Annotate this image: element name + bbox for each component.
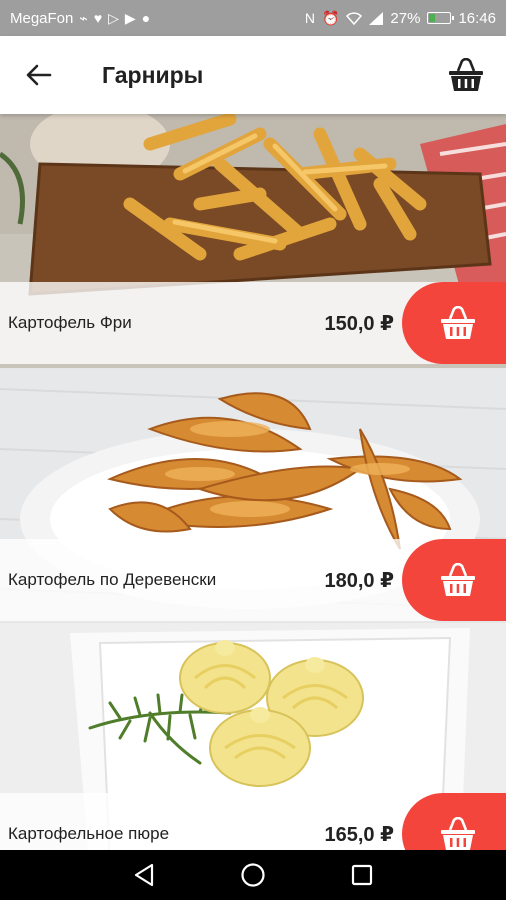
item-info-bar: Картофельное пюре 165,0 ₽ bbox=[0, 793, 506, 850]
item-price: 150,0 ₽ bbox=[324, 312, 394, 335]
list-item[interactable]: Картофель Фри 150,0 ₽ bbox=[0, 114, 506, 368]
signal-icon bbox=[369, 11, 384, 25]
add-to-cart-button[interactable] bbox=[402, 539, 506, 621]
usb-icon: ⌁ bbox=[79, 10, 88, 26]
item-info-bar: Картофель по Деревенски 180,0 ₽ bbox=[0, 539, 506, 621]
heart-icon: ♥ bbox=[93, 10, 103, 26]
page-title: Гарниры bbox=[102, 61, 204, 88]
item-info-bar: Картофель Фри 150,0 ₽ bbox=[0, 282, 506, 364]
list-item[interactable]: Картофель по Деревенски 180,0 ₽ bbox=[0, 368, 506, 622]
add-to-cart-button[interactable] bbox=[402, 282, 506, 364]
clock: 16:46 bbox=[458, 9, 496, 27]
nfc-icon: N bbox=[304, 10, 315, 26]
carrier-label: MegaFon bbox=[10, 9, 74, 27]
nav-home-button[interactable] bbox=[233, 855, 273, 895]
item-name: Картофель по Деревенски bbox=[8, 570, 217, 589]
nav-back-button[interactable] bbox=[124, 855, 164, 895]
arrow-back-icon bbox=[26, 64, 52, 86]
nav-recents-icon bbox=[351, 864, 372, 886]
add-to-cart-button[interactable] bbox=[402, 793, 506, 850]
navigation-bar bbox=[0, 850, 506, 900]
back-button[interactable] bbox=[0, 36, 78, 114]
play-icon: ▶ bbox=[124, 10, 136, 26]
nav-home-icon bbox=[241, 863, 265, 887]
nav-back-icon bbox=[135, 863, 154, 887]
chat-icon: ● bbox=[141, 10, 151, 26]
battery-percent: 27% bbox=[390, 9, 421, 27]
basket-icon bbox=[441, 817, 475, 850]
alarm-icon: ⏰ bbox=[321, 10, 340, 26]
list-item[interactable]: Картофельное пюре 165,0 ₽ bbox=[0, 622, 506, 850]
item-price: 180,0 ₽ bbox=[324, 569, 394, 592]
app-bar: Гарниры bbox=[0, 36, 506, 114]
product-list: Картофель Фри 150,0 ₽ Картофель по Дерев… bbox=[0, 114, 506, 850]
basket-icon bbox=[441, 306, 475, 339]
item-name: Картофель Фри bbox=[8, 313, 132, 332]
basket-icon bbox=[449, 58, 483, 91]
wifi-icon bbox=[346, 11, 363, 25]
battery-icon bbox=[427, 12, 455, 24]
status-bar: MegaFon ⌁ ♥ ▷ ▶ ● N ⏰ 27% 16:46 bbox=[0, 0, 506, 36]
cart-button[interactable] bbox=[426, 36, 506, 114]
play-icon: ▷ bbox=[108, 10, 119, 26]
basket-icon bbox=[441, 563, 475, 596]
item-name: Картофельное пюре bbox=[8, 824, 170, 843]
item-price: 165,0 ₽ bbox=[324, 823, 394, 846]
nav-recents-button[interactable] bbox=[342, 855, 382, 895]
